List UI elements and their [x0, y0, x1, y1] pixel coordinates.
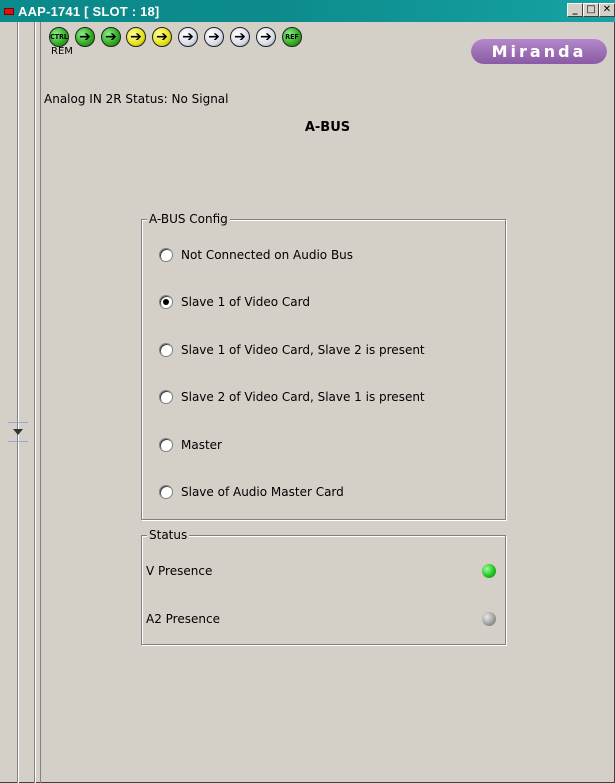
rem-label: REM: [51, 46, 73, 57]
radio-label: Not Connected on Audio Bus: [181, 248, 354, 262]
collapse-arrow-icon[interactable]: [8, 422, 28, 442]
ctrl-icon-label: CTRL: [50, 33, 68, 41]
status-led-icon: [482, 612, 496, 626]
arrow-icon-7[interactable]: ➔: [230, 27, 250, 47]
status-group-title: Status: [147, 528, 190, 542]
arrow-icon-3[interactable]: ➔: [126, 27, 146, 47]
radio-button[interactable]: [159, 485, 173, 499]
radio-label: Slave of Audio Master Card: [181, 485, 344, 499]
radio-button[interactable]: [159, 390, 173, 404]
arrow-icon-3-label: ➔: [130, 29, 142, 45]
radio-label: Slave 2 of Video Card, Slave 1 is presen…: [181, 390, 425, 404]
arrow-icon-5-label: ➔: [182, 29, 194, 45]
arrow-icon-6-label: ➔: [208, 29, 220, 45]
radio-label: Slave 1 of Video Card: [181, 295, 310, 309]
status-label: V Presence: [146, 564, 213, 578]
status-led-icon: [482, 564, 496, 578]
minimize-button[interactable]: _: [567, 3, 583, 17]
abus-option-3[interactable]: Slave 1 of Video Card, Slave 2 is presen…: [159, 343, 425, 357]
arrow-icon-2[interactable]: ➔: [101, 27, 121, 47]
close-button[interactable]: ✕: [599, 3, 615, 17]
app-window: AAP-1741 [ SLOT : 18] _ □ ✕ CTRL ➔ ➔ ➔ ➔ ➔ ➔ ➔ ➔…: [0, 0, 615, 783]
arrow-icon-4[interactable]: ➔: [152, 27, 172, 47]
abus-option-4[interactable]: Slave 2 of Video Card, Slave 1 is presen…: [159, 390, 425, 404]
status-group: Status V Presence A2 Presence: [141, 528, 506, 645]
abus-config-title: A-BUS Config: [147, 212, 230, 226]
title-bar[interactable]: AAP-1741 [ SLOT : 18] _ □ ✕: [0, 0, 615, 22]
page-title: A-BUS: [304, 120, 351, 135]
signal-status-text: Analog IN 2R Status: No Signal: [44, 92, 229, 106]
arrow-icon-1-label: ➔: [79, 29, 91, 45]
abus-option-1[interactable]: Not Connected on Audio Bus: [159, 248, 353, 262]
window-title: AAP-1741 [ SLOT : 18]: [18, 3, 160, 19]
ref-icon[interactable]: REF: [282, 27, 302, 47]
left-panel-strip: [0, 22, 42, 783]
arrow-icon-7-label: ➔: [234, 29, 246, 45]
arrow-icon-2-label: ➔: [105, 29, 117, 45]
abus-config-group: A-BUS Config Not Connected on Audio Bus S…: [141, 212, 506, 520]
abus-option-6[interactable]: Slave of Audio Master Card: [159, 485, 344, 499]
arrow-icon-8[interactable]: ➔: [256, 27, 276, 47]
status-row: A2 Presence: [146, 609, 496, 629]
miranda-logo: Miranda: [471, 38, 607, 64]
radio-button[interactable]: [159, 438, 173, 452]
abus-option-2[interactable]: Slave 1 of Video Card: [159, 295, 310, 309]
radio-button[interactable]: [159, 248, 173, 262]
radio-button[interactable]: [159, 295, 173, 309]
arrow-icon-8-label: ➔: [260, 29, 272, 45]
arrow-icon-4-label: ➔: [156, 29, 168, 45]
radio-label: Slave 1 of Video Card, Slave 2 is presen…: [181, 343, 425, 357]
arrow-icon-5[interactable]: ➔: [178, 27, 198, 47]
ctrl-icon[interactable]: CTRL: [49, 27, 69, 47]
abus-option-5[interactable]: Master: [159, 438, 222, 452]
radio-button[interactable]: [159, 343, 173, 357]
ref-icon-label: REF: [285, 33, 299, 41]
arrow-icon-6[interactable]: ➔: [204, 27, 224, 47]
app-icon: [4, 7, 14, 15]
radio-label: Master: [181, 438, 222, 452]
arrow-icon-1[interactable]: ➔: [75, 27, 95, 47]
status-row: V Presence: [146, 561, 496, 581]
status-label: A2 Presence: [146, 612, 220, 626]
maximize-button[interactable]: □: [583, 3, 599, 17]
